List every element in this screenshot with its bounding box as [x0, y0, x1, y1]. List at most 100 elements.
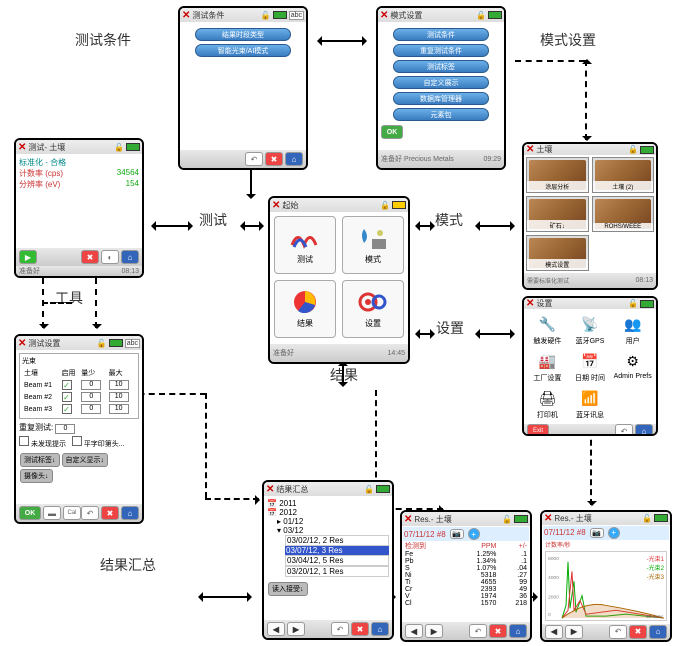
close-icon[interactable]: ✕: [266, 484, 274, 495]
min-input[interactable]: 0: [81, 404, 101, 414]
close-icon[interactable]: ✕: [18, 338, 26, 349]
list-button[interactable]: 测试标签: [393, 60, 489, 73]
mode-thumb[interactable]: 涂层分析: [526, 157, 589, 193]
mode-thumb[interactable]: 模式设置: [526, 235, 589, 271]
home-icon[interactable]: ⌂: [121, 250, 139, 264]
play-button[interactable]: ▶: [19, 250, 37, 264]
tree-item[interactable]: ▸ 01/12: [267, 517, 389, 526]
home-mode-button[interactable]: 模式: [342, 216, 404, 274]
home-icon[interactable]: ⌂: [371, 622, 389, 636]
list-button[interactable]: 数据库管理器: [393, 92, 489, 105]
battery-icon: [654, 514, 668, 522]
result-item[interactable]: 03/20/12, 1 Res: [285, 566, 389, 577]
settings-item[interactable]: 📶蓝牙讯息: [571, 387, 610, 420]
min-input[interactable]: 0: [81, 392, 101, 402]
ok-button[interactable]: OK: [381, 125, 403, 139]
home-settings-button[interactable]: 设置: [342, 280, 404, 338]
exit-button[interactable]: Exit: [527, 424, 549, 436]
settings-item[interactable]: 📅日期 时间: [571, 350, 610, 383]
tab-button[interactable]: 自定义显示↓: [62, 453, 109, 467]
max-input[interactable]: 10: [109, 404, 129, 414]
back-icon[interactable]: ↶: [615, 424, 633, 436]
tree-item[interactable]: 📅 2012: [267, 508, 389, 517]
max-input[interactable]: 10: [109, 392, 129, 402]
close-icon[interactable]: ✕: [182, 10, 190, 21]
result-item[interactable]: 03/02/12, 2 Res: [285, 535, 389, 546]
tree-item[interactable]: ▾ 03/12: [267, 526, 389, 535]
cal-button[interactable]: Cal: [63, 506, 81, 520]
label-test: 测试: [199, 210, 227, 230]
tools-icon[interactable]: ✖: [629, 625, 647, 639]
checkbox[interactable]: [72, 436, 82, 446]
list-button[interactable]: 智能光束/AI模式: [195, 44, 291, 57]
next-icon[interactable]: ▶: [287, 622, 305, 636]
home-icon[interactable]: ⌂: [635, 424, 653, 436]
back-icon[interactable]: ↶: [245, 152, 263, 166]
repeat-input[interactable]: 0: [55, 424, 75, 434]
screen-settings: ✕设置🔓 🔧触发硬件 📡蓝牙GPS 👥用户 🏭工厂设置 📅日期 时间 ⚙Admi…: [522, 296, 658, 436]
result-item[interactable]: 03/07/12, 3 Res: [285, 546, 389, 555]
list-button[interactable]: 重复测试条件: [393, 44, 489, 57]
mode-thumb[interactable]: 矿石↓: [526, 196, 589, 232]
settings-item[interactable]: 🏭工厂设置: [528, 350, 567, 383]
close-icon[interactable]: ✕: [18, 142, 26, 153]
back-icon[interactable]: ↶: [331, 622, 349, 636]
checkbox[interactable]: ✓: [62, 404, 72, 414]
home-results-button[interactable]: 结果: [274, 280, 336, 338]
settings-item[interactable]: 👥用户: [613, 313, 652, 346]
ok-button[interactable]: OK: [19, 506, 41, 520]
minus-icon[interactable]: ▬: [43, 506, 61, 520]
list-button[interactable]: 结果时段类型: [195, 28, 291, 41]
tools-icon[interactable]: ✖: [101, 506, 119, 520]
camera-icon[interactable]: 📷: [450, 529, 464, 539]
checkbox[interactable]: ✓: [62, 392, 72, 402]
arrow: [416, 333, 434, 335]
close-icon[interactable]: ✕: [544, 513, 552, 524]
tab-button[interactable]: 测试标签↓: [20, 453, 60, 467]
next-icon[interactable]: ▶: [565, 625, 583, 639]
list-button[interactable]: 测试条件: [393, 28, 489, 41]
close-icon[interactable]: ✕: [380, 10, 388, 21]
home-icon[interactable]: ⌂: [121, 506, 139, 520]
add-icon[interactable]: +: [468, 528, 480, 540]
min-input[interactable]: 0: [81, 380, 101, 390]
home-icon[interactable]: ⌂: [649, 625, 667, 639]
settings-item[interactable]: 🔧触发硬件: [528, 313, 567, 346]
chart-icon[interactable]: ◐: [101, 250, 119, 264]
tools-icon[interactable]: ✖: [489, 624, 507, 638]
home-test-button[interactable]: 测试: [274, 216, 336, 274]
settings-item[interactable]: 📡蓝牙GPS: [571, 313, 610, 346]
list-button[interactable]: 自定义展示: [393, 76, 489, 89]
back-icon[interactable]: ↶: [81, 506, 99, 520]
tools-icon[interactable]: ✖: [265, 152, 283, 166]
tools-icon[interactable]: ✖: [351, 622, 369, 636]
battery-icon: [488, 11, 502, 19]
tree-item[interactable]: 📅 2011: [267, 499, 389, 508]
camera-icon[interactable]: 📷: [590, 528, 604, 538]
prev-icon[interactable]: ◀: [267, 622, 285, 636]
settings-item[interactable]: ⚙Admin Prefs: [613, 350, 652, 383]
home-icon[interactable]: ⌂: [285, 152, 303, 166]
close-icon[interactable]: ✕: [272, 200, 280, 211]
prev-icon[interactable]: ◀: [405, 624, 423, 638]
add-icon[interactable]: +: [608, 527, 620, 539]
settings-item[interactable]: 🖨打印机: [528, 387, 567, 420]
result-item[interactable]: 03/04/12, 5 Res: [285, 555, 389, 566]
close-icon[interactable]: ✕: [404, 514, 412, 525]
tools-icon[interactable]: ✖: [81, 250, 99, 264]
checkbox[interactable]: [19, 436, 29, 446]
checkbox[interactable]: ✓: [62, 380, 72, 390]
close-icon[interactable]: ✕: [526, 144, 534, 155]
close-icon[interactable]: ✕: [526, 298, 534, 309]
readin-button[interactable]: 读入接受↓: [268, 582, 308, 596]
tab-button[interactable]: 摄像头↓: [20, 469, 53, 483]
prev-icon[interactable]: ◀: [545, 625, 563, 639]
mode-thumb[interactable]: 土壤 (2): [592, 157, 655, 193]
list-button[interactable]: 元素包: [393, 108, 489, 121]
max-input[interactable]: 10: [109, 380, 129, 390]
back-icon[interactable]: ↶: [609, 625, 627, 639]
home-icon[interactable]: ⌂: [509, 624, 527, 638]
back-icon[interactable]: ↶: [469, 624, 487, 638]
next-icon[interactable]: ▶: [425, 624, 443, 638]
mode-thumb[interactable]: ROHS/WEEE: [592, 196, 655, 232]
